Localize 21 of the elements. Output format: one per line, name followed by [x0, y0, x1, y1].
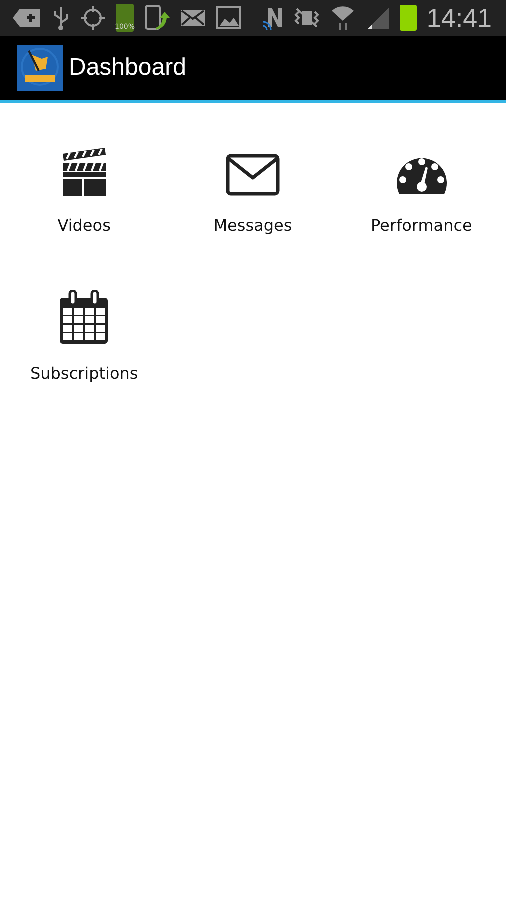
- vibrate-mute-icon: [294, 7, 320, 29]
- dashboard-tile[interactable]: Messages: [168, 119, 338, 235]
- battery-icon: [400, 5, 417, 31]
- signal-icon: [366, 6, 390, 30]
- wifi-icon: [330, 5, 356, 31]
- clapperboard-icon: [61, 148, 108, 196]
- add-notification-icon: [12, 7, 42, 29]
- usb-icon: [52, 5, 70, 31]
- mail-icon: [180, 8, 206, 28]
- phone-sync-icon: [144, 4, 170, 32]
- dashboard-tile[interactable]: Subscriptions: [0, 267, 169, 383]
- crosshair-icon: [80, 5, 106, 31]
- image-icon: [216, 6, 242, 30]
- envelope-icon: [226, 154, 280, 196]
- dashboard-tile[interactable]: Videos: [0, 119, 169, 235]
- nfc-icon: [262, 5, 284, 31]
- screen-title: Dashboard: [69, 54, 186, 82]
- dashboard-tile[interactable]: Performance: [337, 119, 506, 235]
- calendar-icon: [59, 290, 110, 344]
- app-logo-icon: [17, 45, 63, 91]
- clock: 14:41: [426, 2, 492, 34]
